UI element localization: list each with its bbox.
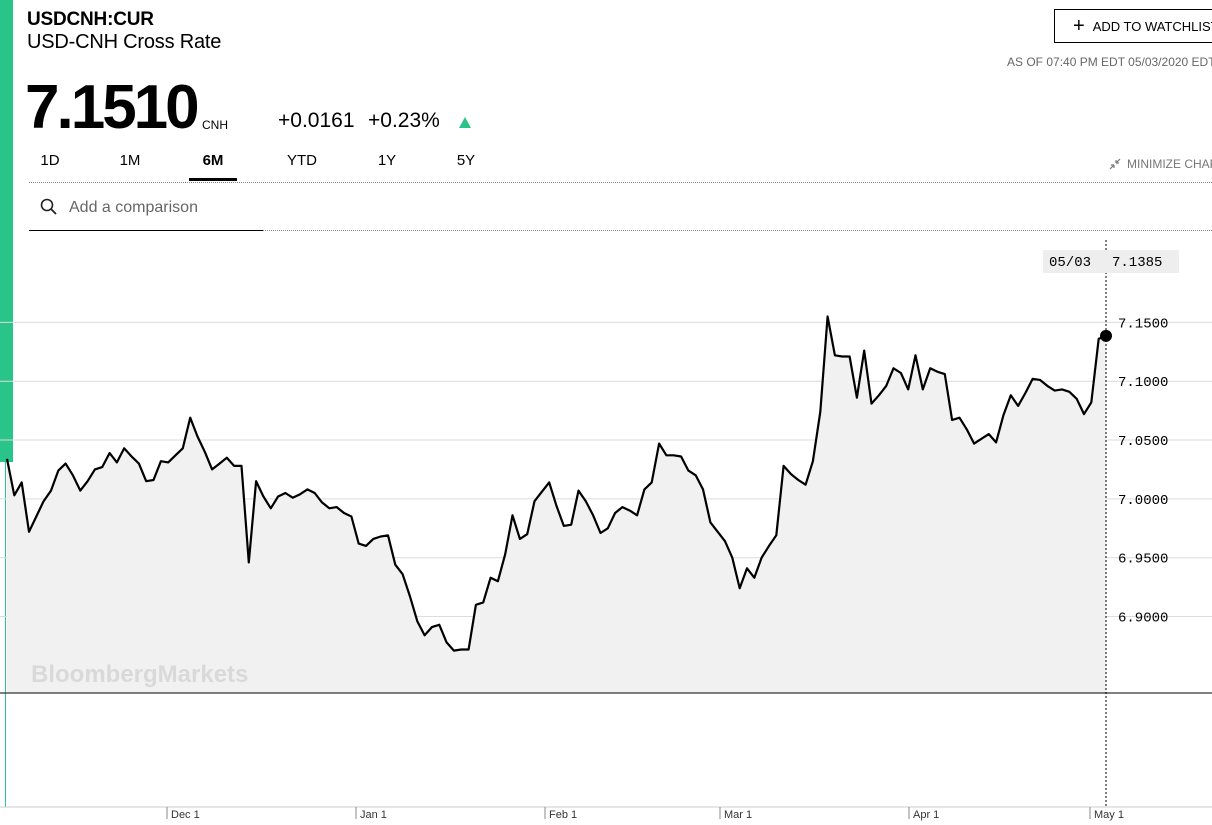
y-tick-label: 7.1000 (1118, 375, 1168, 391)
x-axis-labels: Dec 1 Jan 1 Feb 1 Mar 1 Apr 1 May 1 (0, 806, 1212, 821)
price-change-absolute: +0.0161 (278, 109, 355, 132)
y-tick-label: 6.9000 (1118, 611, 1168, 627)
x-tick-label: Feb 1 (549, 809, 577, 821)
last-price-marker (1100, 329, 1112, 342)
tab-1y[interactable]: 1Y (366, 152, 408, 181)
add-to-watchlist-button[interactable]: + ADD TO WATCHLIST (1054, 9, 1212, 43)
tab-6m[interactable]: 6M (189, 152, 237, 181)
minimize-chart-label: MINIMIZE CHART (1127, 157, 1212, 171)
comparison-search-input[interactable] (67, 196, 261, 220)
as-of-timestamp: AS OF 07:40 PM EDT 05/03/2020 EDT (1007, 55, 1212, 69)
quote-page: USDCNH:CUR USD-CNH Cross Rate 7.1510 CNH… (0, 0, 1212, 825)
comparison-search (29, 188, 263, 231)
plus-icon: + (1073, 15, 1085, 37)
x-tick-label: Mar 1 (724, 809, 752, 821)
time-range-tabs: 1D 1M 6M YTD 1Y 5Y (29, 152, 1212, 183)
up-triangle-icon (459, 117, 471, 128)
tab-1d[interactable]: 1D (29, 152, 71, 181)
x-tick-label: Jan 1 (360, 809, 387, 821)
tab-1m[interactable]: 1M (109, 152, 151, 181)
y-tick-label: 7.0500 (1118, 434, 1168, 450)
watermark: BloombergMarkets (31, 661, 248, 688)
crosshair-date: 05/03 (1049, 255, 1091, 271)
tab-5y[interactable]: 5Y (445, 152, 487, 181)
y-tick-label: 7.1500 (1118, 316, 1168, 332)
ticker-symbol: USDCNH:CUR (27, 9, 154, 30)
x-tick-label: May 1 (1094, 809, 1124, 821)
search-icon (40, 198, 57, 215)
price-currency: CNH (202, 118, 228, 132)
add-to-watchlist-label: ADD TO WATCHLIST (1092, 18, 1212, 34)
last-price: 7.1510 (25, 73, 200, 142)
search-divider (263, 230, 1212, 231)
tab-ytd[interactable]: YTD (279, 152, 325, 181)
minimize-chart-button[interactable]: MINIMIZE CHART (1108, 157, 1212, 171)
y-axis-labels: 7.1500 7.1000 7.0500 7.0000 6.9500 6.9000 (1118, 316, 1168, 626)
crosshair-value: 7.1385 (1112, 255, 1162, 271)
x-tick-label: Dec 1 (171, 809, 200, 821)
instrument-name: USD-CNH Cross Rate (27, 31, 222, 53)
y-tick-label: 7.0000 (1118, 493, 1168, 509)
price-change-percent: +0.23% (368, 109, 440, 132)
y-tick-label: 6.9500 (1118, 552, 1168, 568)
minimize-arrows-icon (1109, 158, 1121, 170)
crosshair-label: 05/03 7.1385 (1043, 250, 1179, 273)
price-chart[interactable]: 05/03 7.1385 BloombergMarkets 7.1500 7.10… (0, 240, 1212, 825)
x-tick-label: Apr 1 (913, 809, 939, 821)
